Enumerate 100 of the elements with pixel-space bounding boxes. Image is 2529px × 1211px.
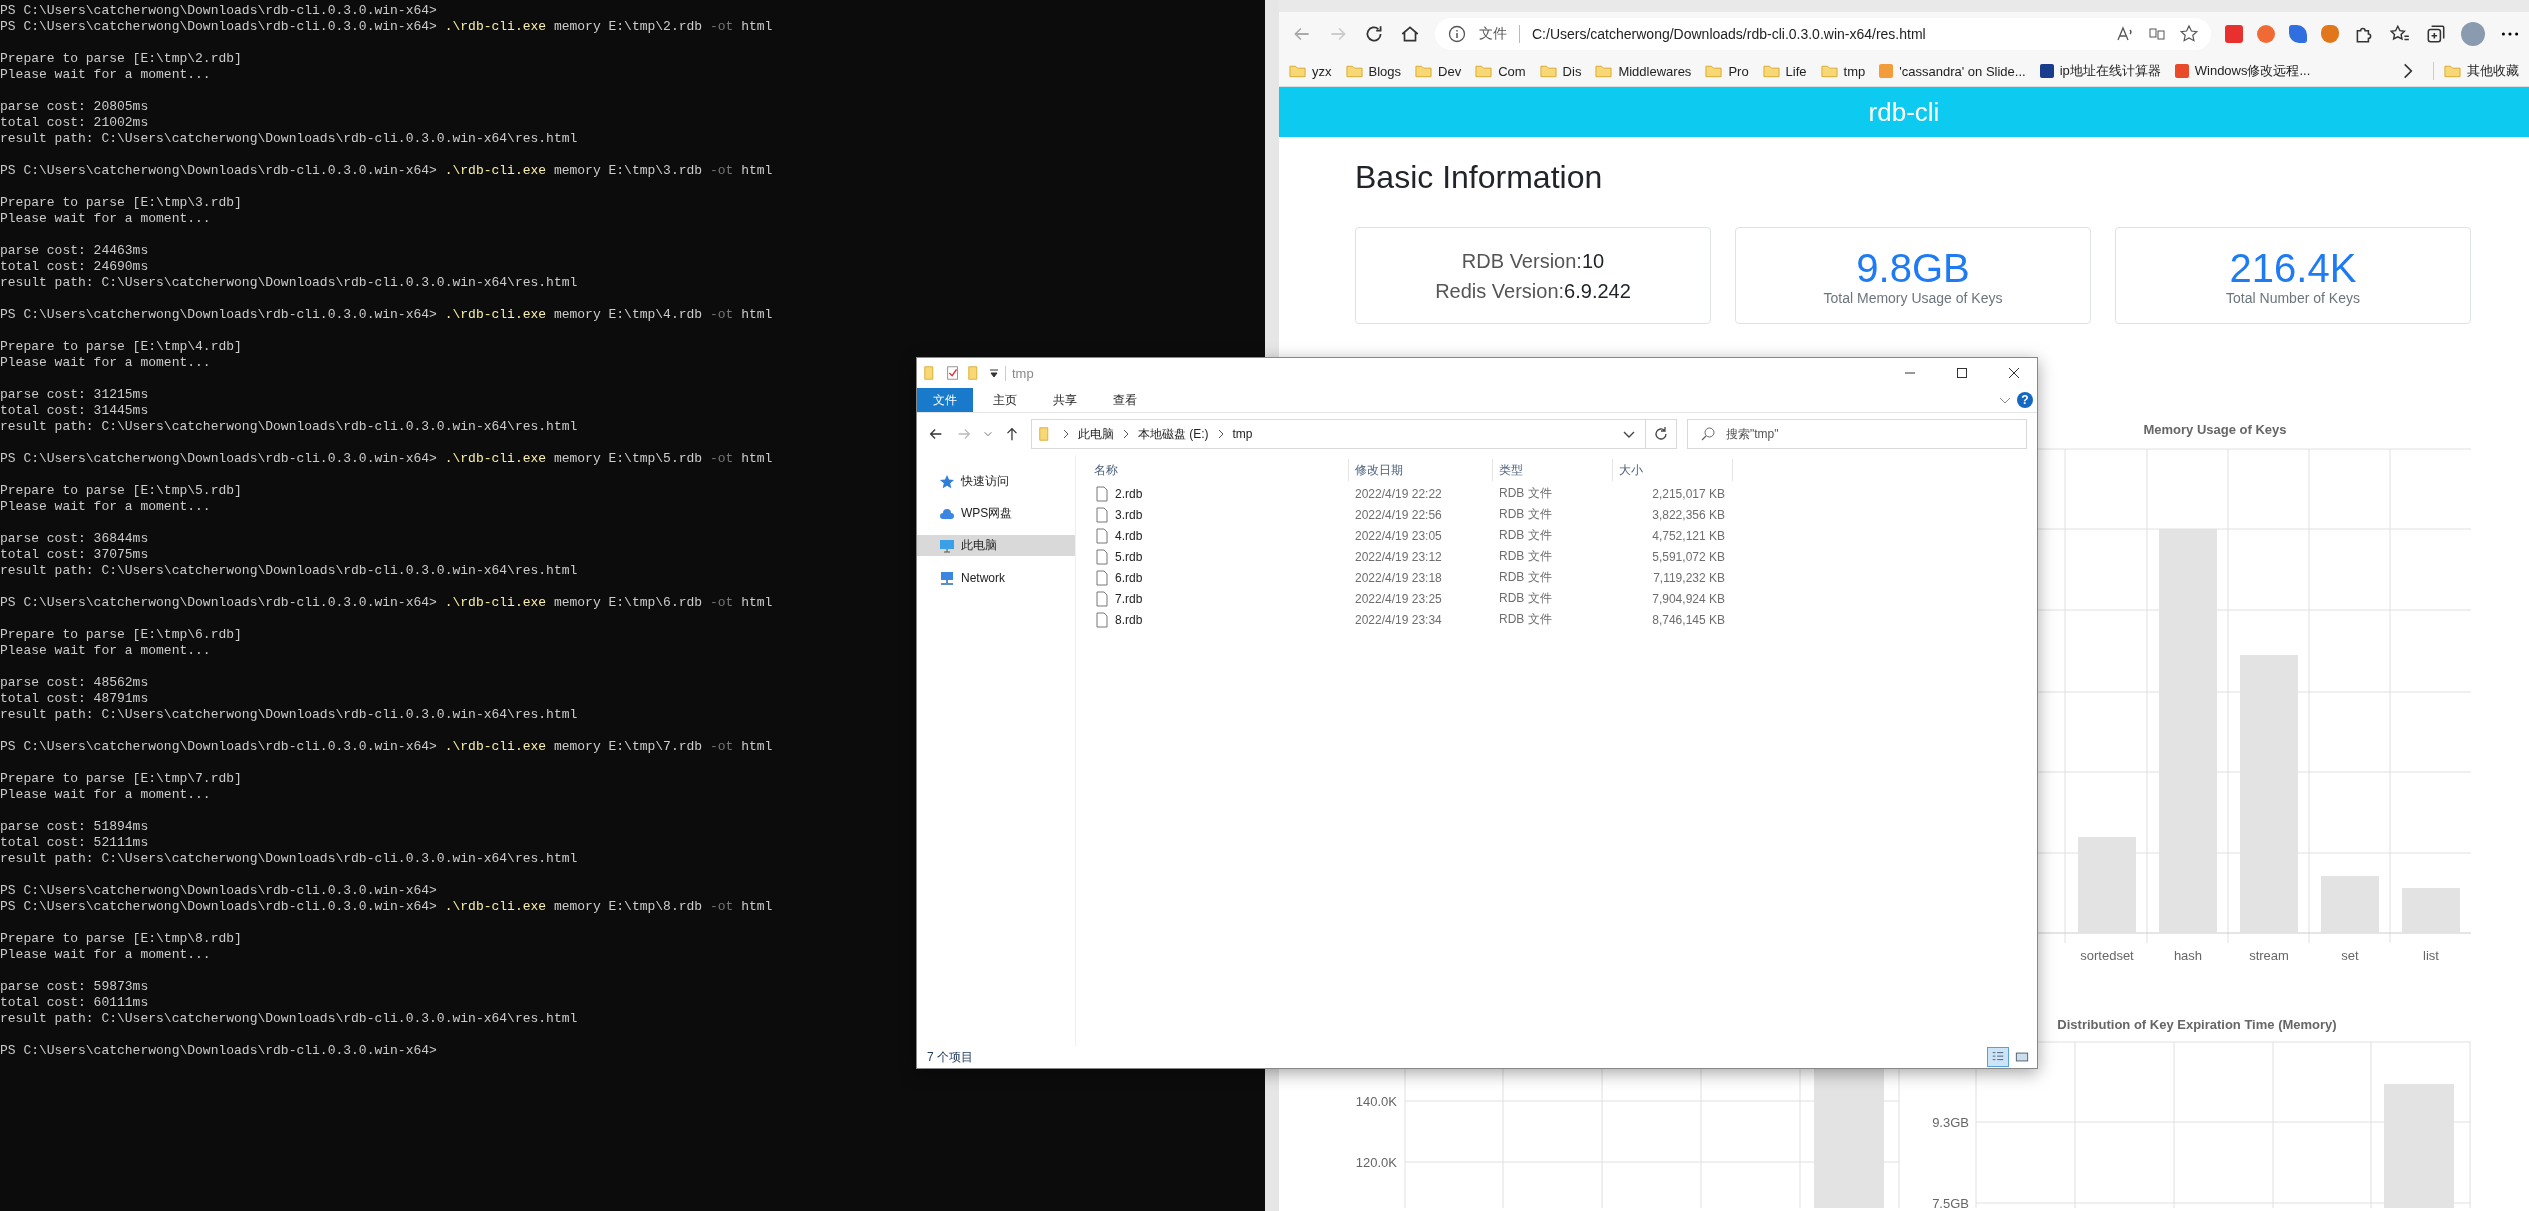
file-name: 7.rdb xyxy=(1115,591,1143,606)
nav-item[interactable]: 快速访问 xyxy=(917,471,1075,492)
terminal-line: Please wait for a moment... xyxy=(0,211,211,227)
terminal-line: total cost: 24690ms xyxy=(0,259,149,275)
file-type: RDB 文件 xyxy=(1498,527,1553,544)
breadcrumb-item[interactable]: 此电脑 xyxy=(1077,425,1114,443)
folder-icon xyxy=(1820,64,1838,78)
file-icon xyxy=(1094,506,1110,523)
properties-icon[interactable] xyxy=(945,365,961,381)
thumbnail-view-icon xyxy=(2015,1050,2029,1064)
ribbon-tab[interactable]: 查看 xyxy=(1097,388,1153,412)
file-row[interactable]: 6.rdb 2022/4/19 23:18 RDB 文件 7,119,232 KB xyxy=(1088,567,2037,588)
terminal-line: Please wait for a moment... xyxy=(0,355,211,371)
file-icon xyxy=(1094,548,1110,565)
file-row[interactable]: 7.rdb 2022/4/19 23:25 RDB 文件 7,904,924 KB xyxy=(1088,588,2037,609)
terminal-line: Prepare to parse [E:\tmp\3.rdb] xyxy=(0,195,242,211)
file-icon xyxy=(1094,590,1110,607)
file-name: 5.rdb xyxy=(1115,549,1143,564)
file-size: 8,746,145 KB xyxy=(1651,612,1726,627)
folder-icon xyxy=(1595,64,1613,78)
extension-icon[interactable] xyxy=(2257,25,2275,43)
terminal-line: parse cost: 48562ms xyxy=(0,675,149,691)
breadcrumb-item[interactable]: 本地磁盘 (E:) xyxy=(1137,425,1209,443)
monitor-icon xyxy=(939,537,955,554)
axis-label: set xyxy=(2341,948,2359,962)
file-type: RDB 文件 xyxy=(1498,590,1553,607)
bookmark[interactable]: Pro xyxy=(1705,63,1749,79)
refresh-icon[interactable] xyxy=(1652,426,1669,442)
file-row[interactable]: 2.rdb 2022/4/19 22:22 RDB 文件 2,215,017 KB xyxy=(1088,483,2037,504)
stat-value: 9.8GB xyxy=(1856,245,1970,290)
terminal-line: parse cost: 36844ms xyxy=(0,531,149,547)
file-date: 2022/4/19 23:18 xyxy=(1354,570,1443,585)
column-header[interactable]: 名称 xyxy=(1088,459,1349,481)
file-date: 2022/4/19 23:25 xyxy=(1354,591,1443,606)
terminal-line: Please wait for a moment... xyxy=(0,787,211,803)
file-row[interactable]: 8.rdb 2022/4/19 23:34 RDB 文件 8,746,145 KB xyxy=(1088,609,2037,630)
bookmark[interactable]: 其他收藏 xyxy=(2433,62,2519,80)
bookmark[interactable]: Com xyxy=(1475,63,1526,79)
bookmark[interactable]: Middlewares xyxy=(1595,63,1692,79)
bookmark[interactable]: tmp xyxy=(1820,63,1866,79)
bookmark[interactable]: ip地址在线计算器 xyxy=(2039,62,2161,80)
bar xyxy=(2402,888,2460,933)
ribbon-tab[interactable]: 主页 xyxy=(977,388,1033,412)
ribbon-tab[interactable]: 文件 xyxy=(917,388,973,412)
file-row[interactable]: 5.rdb 2022/4/19 23:12 RDB 文件 5,591,072 KB xyxy=(1088,546,2037,567)
terminal-line: Please wait for a moment... xyxy=(0,947,211,963)
axis-label: stream xyxy=(2249,948,2289,962)
bookmark[interactable]: yzx xyxy=(1289,63,1332,79)
terminal-line: Please wait for a moment... xyxy=(0,499,211,515)
bookmark[interactable]: Life xyxy=(1762,63,1807,79)
address-bar[interactable]: 此电脑 本地磁盘 (E:) tmp xyxy=(1030,419,1677,449)
collections-icon[interactable] xyxy=(2425,23,2447,45)
bookmark[interactable]: Dis xyxy=(1539,63,1582,79)
axis-label: sortedset xyxy=(2080,948,2134,962)
avatar[interactable] xyxy=(2461,22,2485,46)
column-header[interactable]: 类型 xyxy=(1493,459,1613,481)
column-header[interactable]: 修改日期 xyxy=(1349,459,1493,481)
bookmark[interactable]: 'cassandra' on Slide... xyxy=(1879,63,2026,79)
breadcrumb-item[interactable]: tmp xyxy=(1232,427,1253,441)
info-icon xyxy=(1447,24,1467,44)
file-size: 7,119,232 KB xyxy=(1652,570,1726,585)
terminal-line: Prepare to parse [E:\tmp\6.rdb] xyxy=(0,627,242,643)
file-row[interactable]: 4.rdb 2022/4/19 23:05 RDB 文件 4,752,121 KB xyxy=(1088,525,2037,546)
file-date: 2022/4/19 22:56 xyxy=(1354,507,1443,522)
terminal-line: parse cost: 24463ms xyxy=(0,243,149,259)
view-button[interactable] xyxy=(1987,1047,2009,1067)
star-plus-icon[interactable] xyxy=(2179,24,2199,44)
folder-icon xyxy=(1475,64,1493,78)
terminal-line: Prepare to parse [E:\tmp\5.rdb] xyxy=(0,483,242,499)
file-size: 7,904,924 KB xyxy=(1651,591,1726,606)
nav-item[interactable]: Network xyxy=(917,567,1075,588)
terminal-line: Please wait for a moment... xyxy=(0,643,211,659)
search-field[interactable]: 搜索"tmp" xyxy=(1686,419,2027,449)
extension-icon[interactable] xyxy=(2289,25,2307,43)
file-date: 2022/4/19 22:22 xyxy=(1354,486,1443,501)
rdb-version: RDB Version:10 xyxy=(1461,248,1605,274)
dropdown-icon[interactable] xyxy=(989,368,999,378)
nav-item[interactable]: WPS网盘 xyxy=(917,503,1075,524)
bookmark[interactable]: Dev xyxy=(1415,63,1462,79)
file-size: 2,215,017 KB xyxy=(1651,486,1726,501)
nav-item[interactable]: 此电脑 xyxy=(917,535,1075,556)
terminal-line: result path: C:\Users\catcherwong\Downloads\rdb-cli.0.3.0.win-x64\res.html xyxy=(0,851,578,867)
terminal-line: parse cost: 31215ms xyxy=(0,387,149,403)
terminal-line: result path: C:\Users\catcherwong\Downloads\rdb-cli.0.3.0.win-x64\res.html xyxy=(0,563,578,579)
column-header[interactable]: 大小 xyxy=(1613,459,1733,481)
chart-title: Memory Usage of Keys xyxy=(2143,422,2287,437)
folder-icon xyxy=(2444,64,2461,78)
ribbon-tab[interactable]: 共享 xyxy=(1037,388,1093,412)
command-line: PS C:\Users\catcherwong\Downloads\rdb-cli.0.3.0.win-x64> .\rdb-cli.exe memory E:\tmp\8.rdb -ot html xyxy=(0,899,773,915)
bookmark[interactable]: Windows修改远程... xyxy=(2174,62,2311,80)
address-bar[interactable]: 文件 C:/Users/catcherwong/Downloads/rdb-cli.0.3.0.win-x64/res.html xyxy=(1435,18,2211,50)
command-line: PS C:\Users\catcherwong\Downloads\rdb-cli.0.3.0.win-x64> .\rdb-cli.exe memory E:\tmp\3.rdb -ot html xyxy=(0,163,773,179)
file-row[interactable]: 3.rdb 2022/4/19 22:56 RDB 文件 3,822,356 KB xyxy=(1088,504,2037,525)
extension-icon[interactable] xyxy=(2321,25,2339,43)
file-icon xyxy=(1094,485,1110,502)
bookmark[interactable]: Blogs xyxy=(1345,63,1402,79)
bar xyxy=(2321,876,2379,933)
help-button[interactable]: ? xyxy=(2017,392,2033,408)
chevron-right-icon xyxy=(1061,429,1070,439)
terminal-line: Prepare to parse [E:\tmp\8.rdb] xyxy=(0,931,242,947)
